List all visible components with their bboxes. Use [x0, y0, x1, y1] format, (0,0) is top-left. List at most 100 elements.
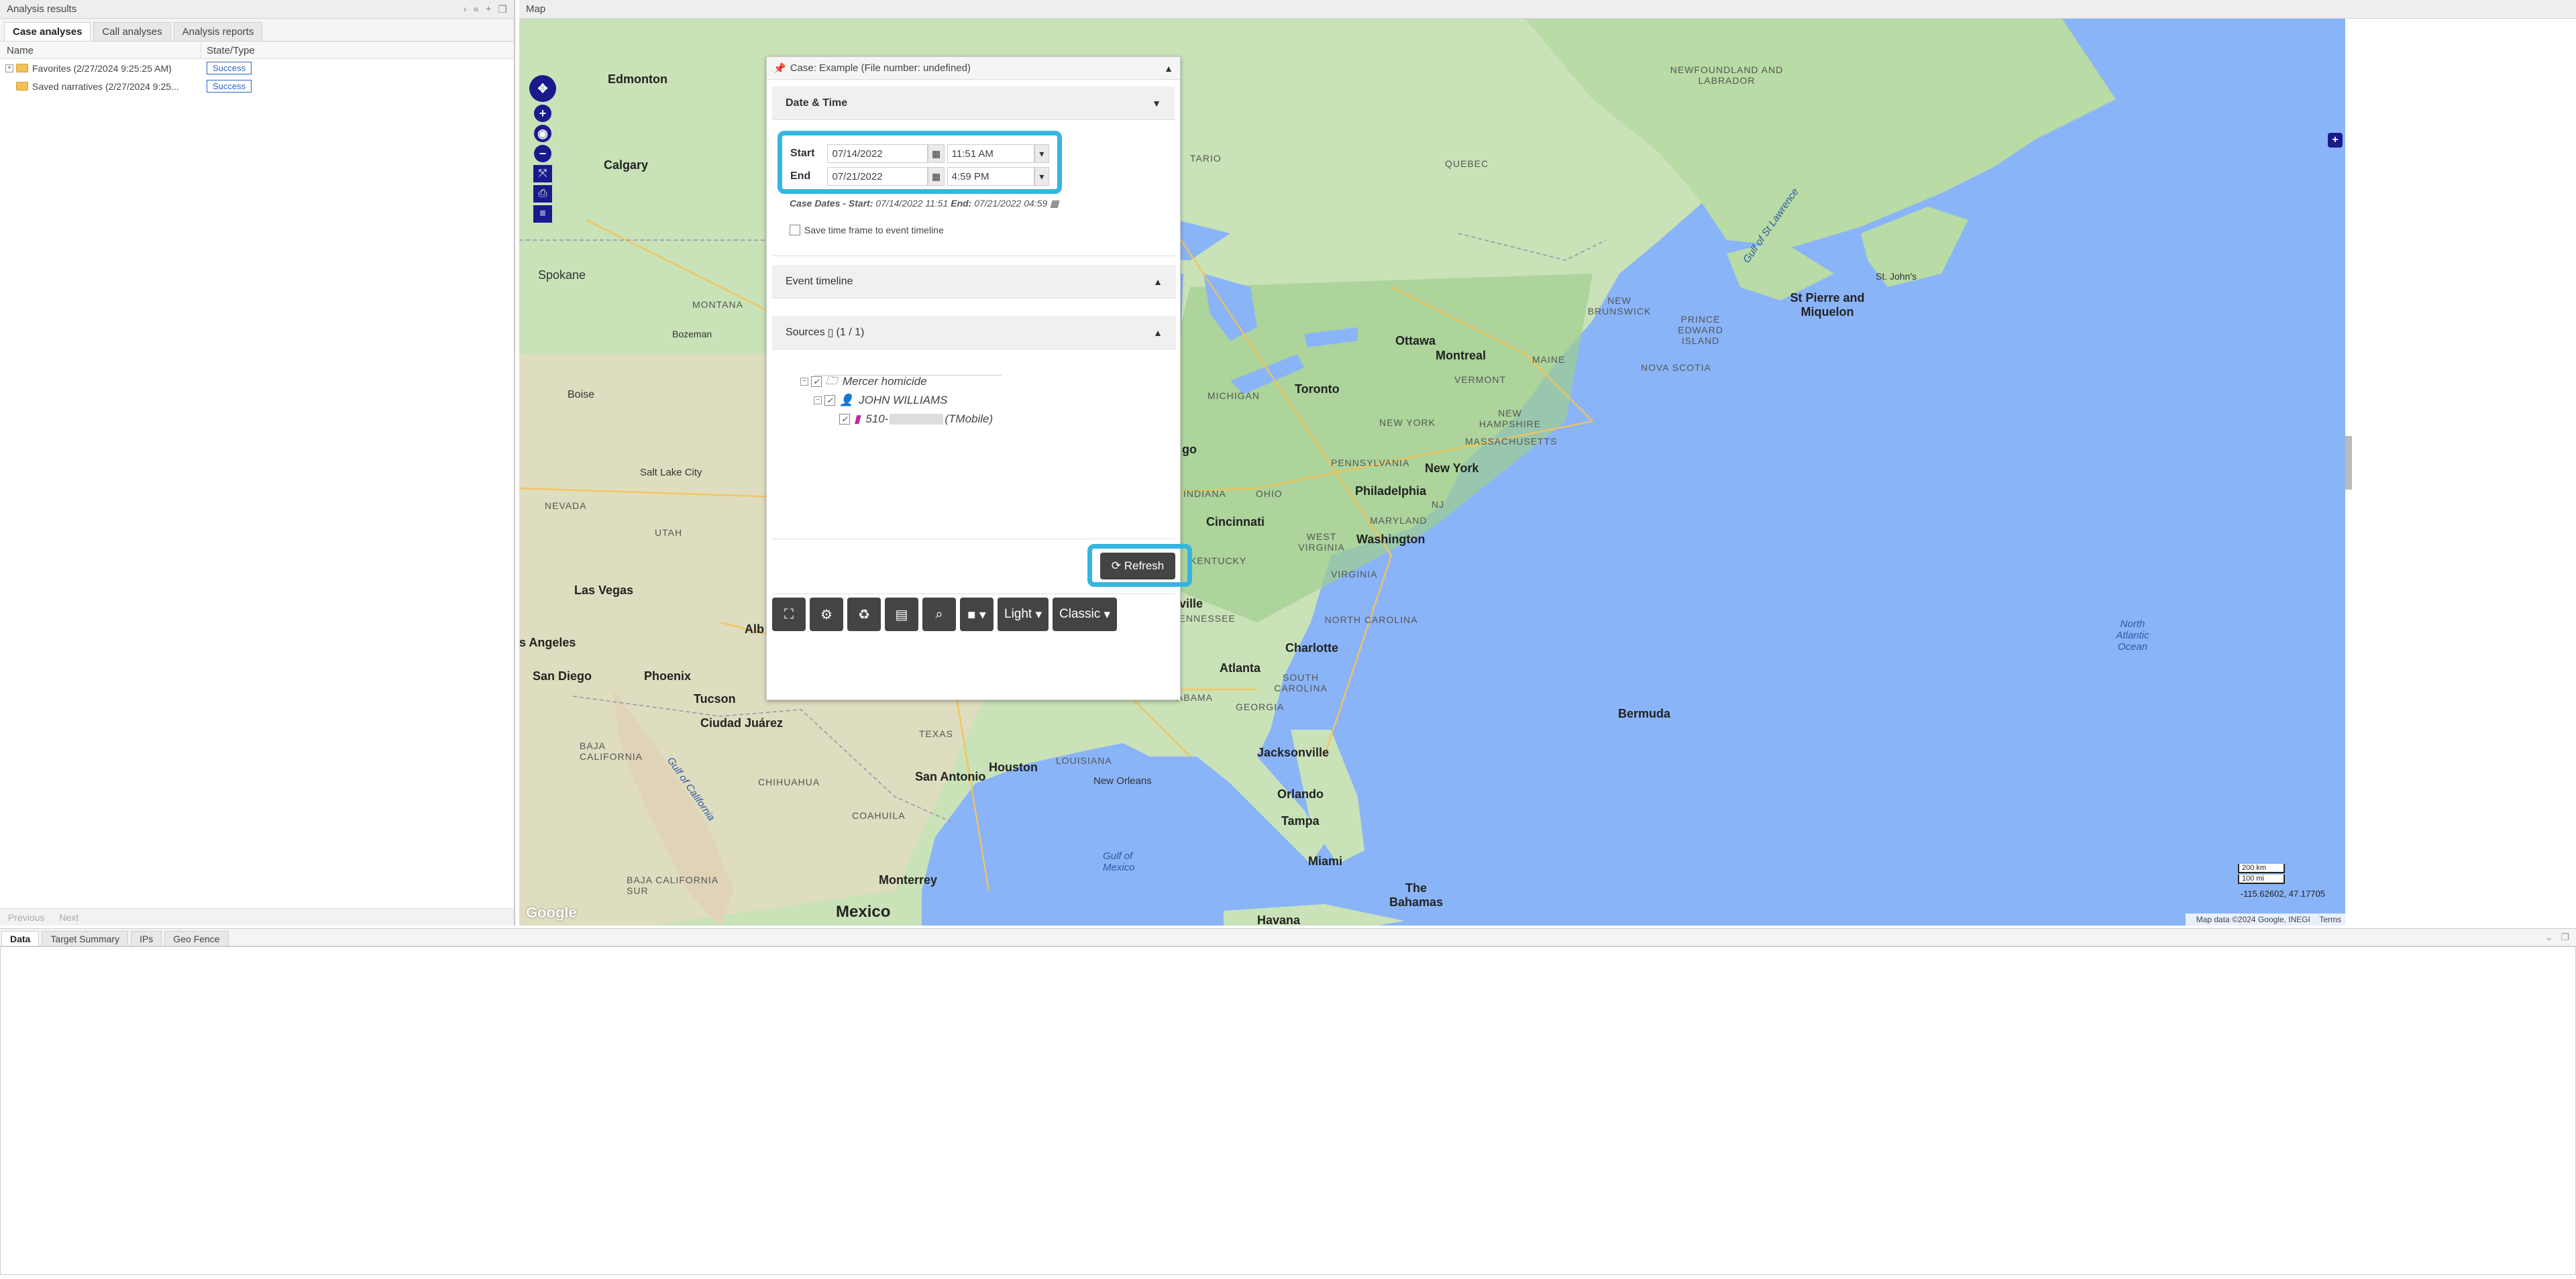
collapse-left-icon[interactable]: « [473, 3, 478, 15]
column-name[interactable]: Name [0, 42, 201, 58]
row-name: Saved narratives (2/27/2024 9:25... [32, 80, 179, 92]
collapse-icon[interactable]: − [814, 396, 822, 404]
tab-target-summary[interactable]: Target Summary [42, 931, 129, 946]
start-time-input[interactable] [947, 144, 1034, 163]
grid-header: Name State/Type [0, 42, 514, 59]
collapse-down-icon[interactable]: ⌄ [2545, 932, 2553, 942]
map-label-monterrey: Monterrey [879, 873, 938, 887]
map-label-st-johns: St. John's [1876, 271, 1917, 282]
map-label-atlanta: Atlanta [1220, 661, 1261, 675]
previous-button[interactable]: Previous [8, 912, 44, 923]
map-label-bahamas: The Bahamas [1389, 881, 1444, 909]
case-dates-end: 07/21/2022 04:59 [971, 198, 1048, 209]
save-timeframe-checkbox[interactable] [790, 225, 800, 235]
theme-light-dropdown[interactable]: Light ▾ [998, 598, 1049, 631]
column-state-type[interactable]: State/Type [201, 42, 260, 58]
map-label-vermont: VERMONT [1454, 374, 1506, 385]
chevron-down-icon[interactable]: ▾ [1034, 144, 1049, 163]
map-label-south-carolina: SOUTH CAROLINA [1274, 672, 1328, 693]
move-icon[interactable]: + [486, 3, 492, 15]
tab-case-analyses[interactable]: Case analyses [4, 22, 91, 41]
tab-analysis-reports[interactable]: Analysis reports [173, 22, 263, 41]
section-date-time-label: Date & Time [786, 97, 848, 109]
pan-arrows-icon[interactable]: ✥ [529, 75, 556, 102]
expand-icon[interactable]: + [5, 64, 13, 72]
case-dates-prefix: Case Dates - Start: [790, 198, 873, 209]
add-panel-icon[interactable]: + [2328, 133, 2343, 148]
map-label-virginia: VIRGINIA [1331, 569, 1378, 579]
phone-checkbox[interactable]: ✓ [839, 414, 850, 425]
map-label-ohio: OHIO [1256, 488, 1283, 499]
gear-icon[interactable]: ⚙ [810, 598, 843, 631]
map-label-texas: TEXAS [919, 728, 953, 739]
tree-node-case[interactable]: − ✓ 🗀 Mercer homicide [800, 372, 993, 391]
end-time-input[interactable] [947, 167, 1034, 186]
clipboard-icon[interactable]: ▤ [885, 598, 918, 631]
theme-label: Light [1004, 607, 1032, 621]
tab-call-analyses[interactable]: Call analyses [93, 22, 171, 41]
restore-window-icon[interactable]: ❐ [498, 3, 507, 15]
color-square-dropdown[interactable]: ■ ▾ [960, 598, 994, 631]
calendar-icon[interactable]: ▦ [1050, 198, 1059, 209]
map-canvas[interactable]: Edmonton Calgary Spokane MONTANA Bozeman… [519, 19, 2345, 926]
bottom-tabs: Data Target Summary IPs Geo Fence [0, 929, 2576, 946]
style-classic-dropdown[interactable]: Classic ▾ [1053, 598, 1118, 631]
recycle-icon[interactable]: ♻ [847, 598, 881, 631]
section-date-time[interactable]: Date & Time ▼ [772, 87, 1175, 120]
binoculars-icon[interactable]: ⌕ [922, 598, 956, 631]
sources-tree: − ✓ 🗀 Mercer homicide − ✓ 👤 JOHN WILLIAM… [800, 372, 993, 429]
calendar-icon[interactable]: ▦ [928, 167, 945, 186]
map-label-charlotte: Charlotte [1285, 641, 1339, 655]
map-label-north-carolina: NORTH CAROLINA [1324, 614, 1418, 625]
pin-icon[interactable]: 📌 [773, 62, 786, 74]
chevron-down-icon[interactable]: ▾ [1034, 167, 1049, 186]
collapse-icon[interactable]: − [800, 378, 808, 386]
zoom-in-icon[interactable]: + [534, 105, 551, 122]
map-label-washington: Washington [1356, 533, 1426, 546]
globe-icon[interactable]: ◉ [534, 125, 551, 142]
scale-mi: 100 mi [2238, 875, 2285, 884]
map-label-newfoundland: NEWFOUNDLAND AND LABRADOR [1670, 64, 1784, 86]
refresh-button[interactable]: ⟳ Refresh [1100, 553, 1175, 579]
map-label-baja-california: BAJA CALIFORNIA [580, 740, 643, 762]
restore-window-icon[interactable]: ❐ [2561, 932, 2569, 942]
map-title: Map [526, 3, 546, 15]
caret-up-icon: ▲ [1153, 327, 1163, 338]
map-label-west-virginia: WEST VIRGINIA [1298, 531, 1345, 553]
list-item[interactable]: + Favorites (2/27/2024 9:25:25 AM) Succe… [0, 59, 514, 77]
case-checkbox[interactable]: ✓ [811, 376, 822, 387]
map-marker-icon[interactable]: ⛶ [772, 598, 806, 631]
chevron-right-icon[interactable]: › [463, 3, 466, 15]
start-date-input[interactable] [827, 144, 928, 163]
map-label-new-brunswick: NEW BRUNSWICK [1587, 295, 1652, 317]
person-icon: 👤 [839, 394, 854, 406]
extent-icon[interactable]: ⤧ [533, 165, 552, 182]
next-button[interactable]: Next [59, 912, 78, 923]
refresh-label: Refresh [1124, 559, 1165, 572]
tree-node-phone[interactable]: ✓ ▮ 510- (TMobile) [800, 410, 993, 429]
tab-data[interactable]: Data [1, 931, 40, 946]
person-checkbox[interactable]: ✓ [824, 395, 835, 406]
section-sources[interactable]: Sources ▯ (1 / 1) ▲ [772, 316, 1176, 349]
tab-geo-fence[interactable]: Geo Fence [164, 931, 229, 946]
print-icon[interactable]: ⎙ [533, 185, 552, 203]
map-header: Map [519, 0, 2576, 19]
terms-link[interactable]: Terms [2319, 915, 2341, 924]
map-label-chihuahua: CHIHUAHUA [758, 777, 820, 787]
list-item[interactable]: Saved narratives (2/27/2024 9:25... Succ… [0, 77, 514, 95]
scrollbar-handle[interactable] [2345, 436, 2352, 490]
end-date-input[interactable] [827, 167, 928, 186]
calendar-icon[interactable]: ▦ [928, 144, 945, 163]
layers-menu-icon[interactable]: ≡ [533, 205, 552, 223]
status-badge: Success [207, 62, 252, 74]
tree-node-person[interactable]: − ✓ 👤 JOHN WILLIAMS [800, 391, 993, 410]
tab-ips[interactable]: IPs [131, 931, 162, 946]
map-label-nova-scotia: NOVA SCOTIA [1641, 362, 1711, 373]
google-logo: Google [526, 904, 577, 921]
save-timeframe-option[interactable]: Save time frame to event timeline [790, 225, 944, 235]
section-event-timeline[interactable]: Event timeline ▲ [772, 265, 1176, 298]
collapse-icon[interactable]: ▲ [1164, 63, 1173, 74]
phone-number-redacted [890, 414, 944, 425]
zoom-out-icon[interactable]: − [534, 145, 551, 162]
phone-icon: ▯ [827, 327, 834, 339]
